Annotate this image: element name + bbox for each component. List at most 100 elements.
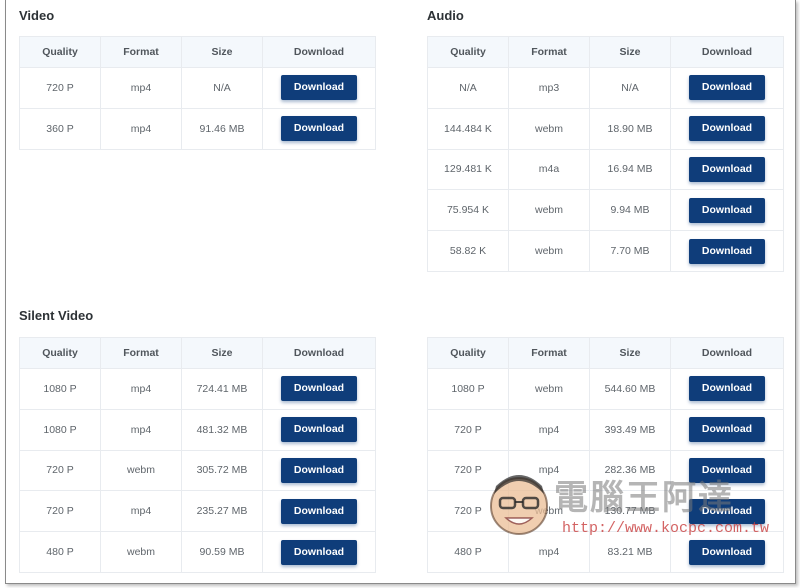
quality-cell: 720 P <box>19 449 101 492</box>
quality-cell: 720 P <box>427 490 509 533</box>
format-cell: webm <box>508 189 590 232</box>
quality-cell: 720 P <box>19 490 101 533</box>
download-cell: Download <box>670 107 784 150</box>
format-cell: mp4 <box>100 107 182 150</box>
download-header: Download <box>262 36 376 68</box>
format-cell: webm <box>508 368 590 410</box>
quality-cell: 480 P <box>427 531 509 573</box>
audio-section-title: Audio <box>427 8 464 23</box>
download-cell: Download <box>262 490 376 533</box>
size-header: Size <box>181 36 263 68</box>
silent-video-table-right: Quality Format Size Download 1080 Pwebm 5… <box>427 337 784 573</box>
silent-video-section-title: Silent Video <box>19 308 94 323</box>
format-cell: mp3 <box>508 67 590 109</box>
format-cell: webm <box>100 531 182 573</box>
table-row: 480 Pwebm 90.59 MB Download <box>19 531 376 573</box>
download-cell: Download <box>262 368 376 410</box>
quality-cell: 1080 P <box>19 408 101 451</box>
size-cell: 724.41 MB <box>181 368 263 410</box>
format-cell: mp4 <box>508 449 590 492</box>
quality-header: Quality <box>19 36 101 68</box>
download-cell: Download <box>670 368 784 410</box>
download-cell: Download <box>670 531 784 573</box>
table-row: 58.82 Kwebm 7.70 MB Download <box>427 230 784 272</box>
download-cell: Download <box>262 449 376 492</box>
format-cell: mp4 <box>100 368 182 410</box>
download-header: Download <box>670 337 784 369</box>
format-cell: webm <box>100 449 182 492</box>
size-header: Size <box>589 337 671 369</box>
quality-cell: 720 P <box>427 408 509 451</box>
quality-cell: 129.481 K <box>427 148 509 191</box>
table-row: 720 Pmp4 235.27 MB Download <box>19 490 376 533</box>
size-cell: 282.36 MB <box>589 449 671 492</box>
table-row: 720 Pwebm 305.72 MB Download <box>19 449 376 492</box>
quality-cell: 58.82 K <box>427 230 509 272</box>
download-button[interactable]: Download <box>281 539 357 565</box>
download-button[interactable]: Download <box>689 376 765 402</box>
table-row: 720 Pmp4 282.36 MB Download <box>427 449 784 492</box>
download-button[interactable]: Download <box>281 498 357 524</box>
download-button[interactable]: Download <box>689 457 765 483</box>
table-header-row: Quality Format Size Download <box>427 337 784 369</box>
table-row: 129.481 Km4a 16.94 MB Download <box>427 148 784 191</box>
download-button[interactable]: Download <box>689 238 765 264</box>
download-button[interactable]: Download <box>689 417 765 443</box>
format-cell: webm <box>508 230 590 272</box>
video-table: Quality Format Size Download 720 Pmp4 N/A… <box>19 36 376 150</box>
download-header: Download <box>262 337 376 369</box>
size-cell: 18.90 MB <box>589 107 671 150</box>
format-cell: webm <box>508 490 590 533</box>
table-row: N/A mp3 N/A Download <box>427 67 784 109</box>
size-cell: 130.77 MB <box>589 490 671 533</box>
size-cell: 9.94 MB <box>589 189 671 232</box>
download-button[interactable]: Download <box>281 376 357 402</box>
format-cell: mp4 <box>100 408 182 451</box>
download-cell: Download <box>670 408 784 451</box>
download-button[interactable]: Download <box>689 156 765 182</box>
table-row: 720 Pwebm 130.77 MB Download <box>427 490 784 533</box>
table-row: 75.954 Kwebm 9.94 MB Download <box>427 189 784 232</box>
download-cell: Download <box>670 67 784 109</box>
download-cell: Download <box>670 490 784 533</box>
size-cell: 91.46 MB <box>181 107 263 150</box>
size-cell: N/A <box>181 67 263 109</box>
table-row: 1080 Pmp4 481.32 MB Download <box>19 408 376 451</box>
format-cell: mp4 <box>508 531 590 573</box>
download-button[interactable]: Download <box>281 417 357 443</box>
download-cell: Download <box>262 107 376 150</box>
download-button[interactable]: Download <box>689 197 765 223</box>
quality-header: Quality <box>19 337 101 369</box>
table-row: 1080 Pmp4 724.41 MB Download <box>19 368 376 410</box>
format-header: Format <box>100 36 182 68</box>
size-cell: N/A <box>589 67 671 109</box>
format-header: Format <box>508 337 590 369</box>
download-button[interactable]: Download <box>689 498 765 524</box>
download-cell: Download <box>262 408 376 451</box>
download-button[interactable]: Download <box>281 75 357 101</box>
download-cell: Download <box>262 67 376 109</box>
table-header-row: Quality Format Size Download <box>19 36 376 68</box>
size-cell: 481.32 MB <box>181 408 263 451</box>
size-header: Size <box>181 337 263 369</box>
audio-table: Quality Format Size Download N/A mp3 N/A Do… <box>427 36 784 272</box>
table-row: 360 Pmp4 91.46 MB Download <box>19 107 376 150</box>
size-cell: 393.49 MB <box>589 408 671 451</box>
quality-cell: N/A <box>427 67 509 109</box>
size-cell: 305.72 MB <box>181 449 263 492</box>
download-button[interactable]: Download <box>281 116 357 142</box>
size-cell: 7.70 MB <box>589 230 671 272</box>
download-button[interactable]: Download <box>689 116 765 142</box>
quality-header: Quality <box>427 337 509 369</box>
quality-cell: 144.484 K <box>427 107 509 150</box>
download-cell: Download <box>670 230 784 272</box>
download-button[interactable]: Download <box>689 539 765 565</box>
format-cell: webm <box>508 107 590 150</box>
silent-video-table-left: Quality Format Size Download 1080 Pmp4 72… <box>19 337 376 573</box>
download-cell: Download <box>262 531 376 573</box>
table-row: 720 Pmp4 N/A Download <box>19 67 376 109</box>
download-header: Download <box>670 36 784 68</box>
download-button[interactable]: Download <box>689 75 765 101</box>
size-header: Size <box>589 36 671 68</box>
download-button[interactable]: Download <box>281 457 357 483</box>
